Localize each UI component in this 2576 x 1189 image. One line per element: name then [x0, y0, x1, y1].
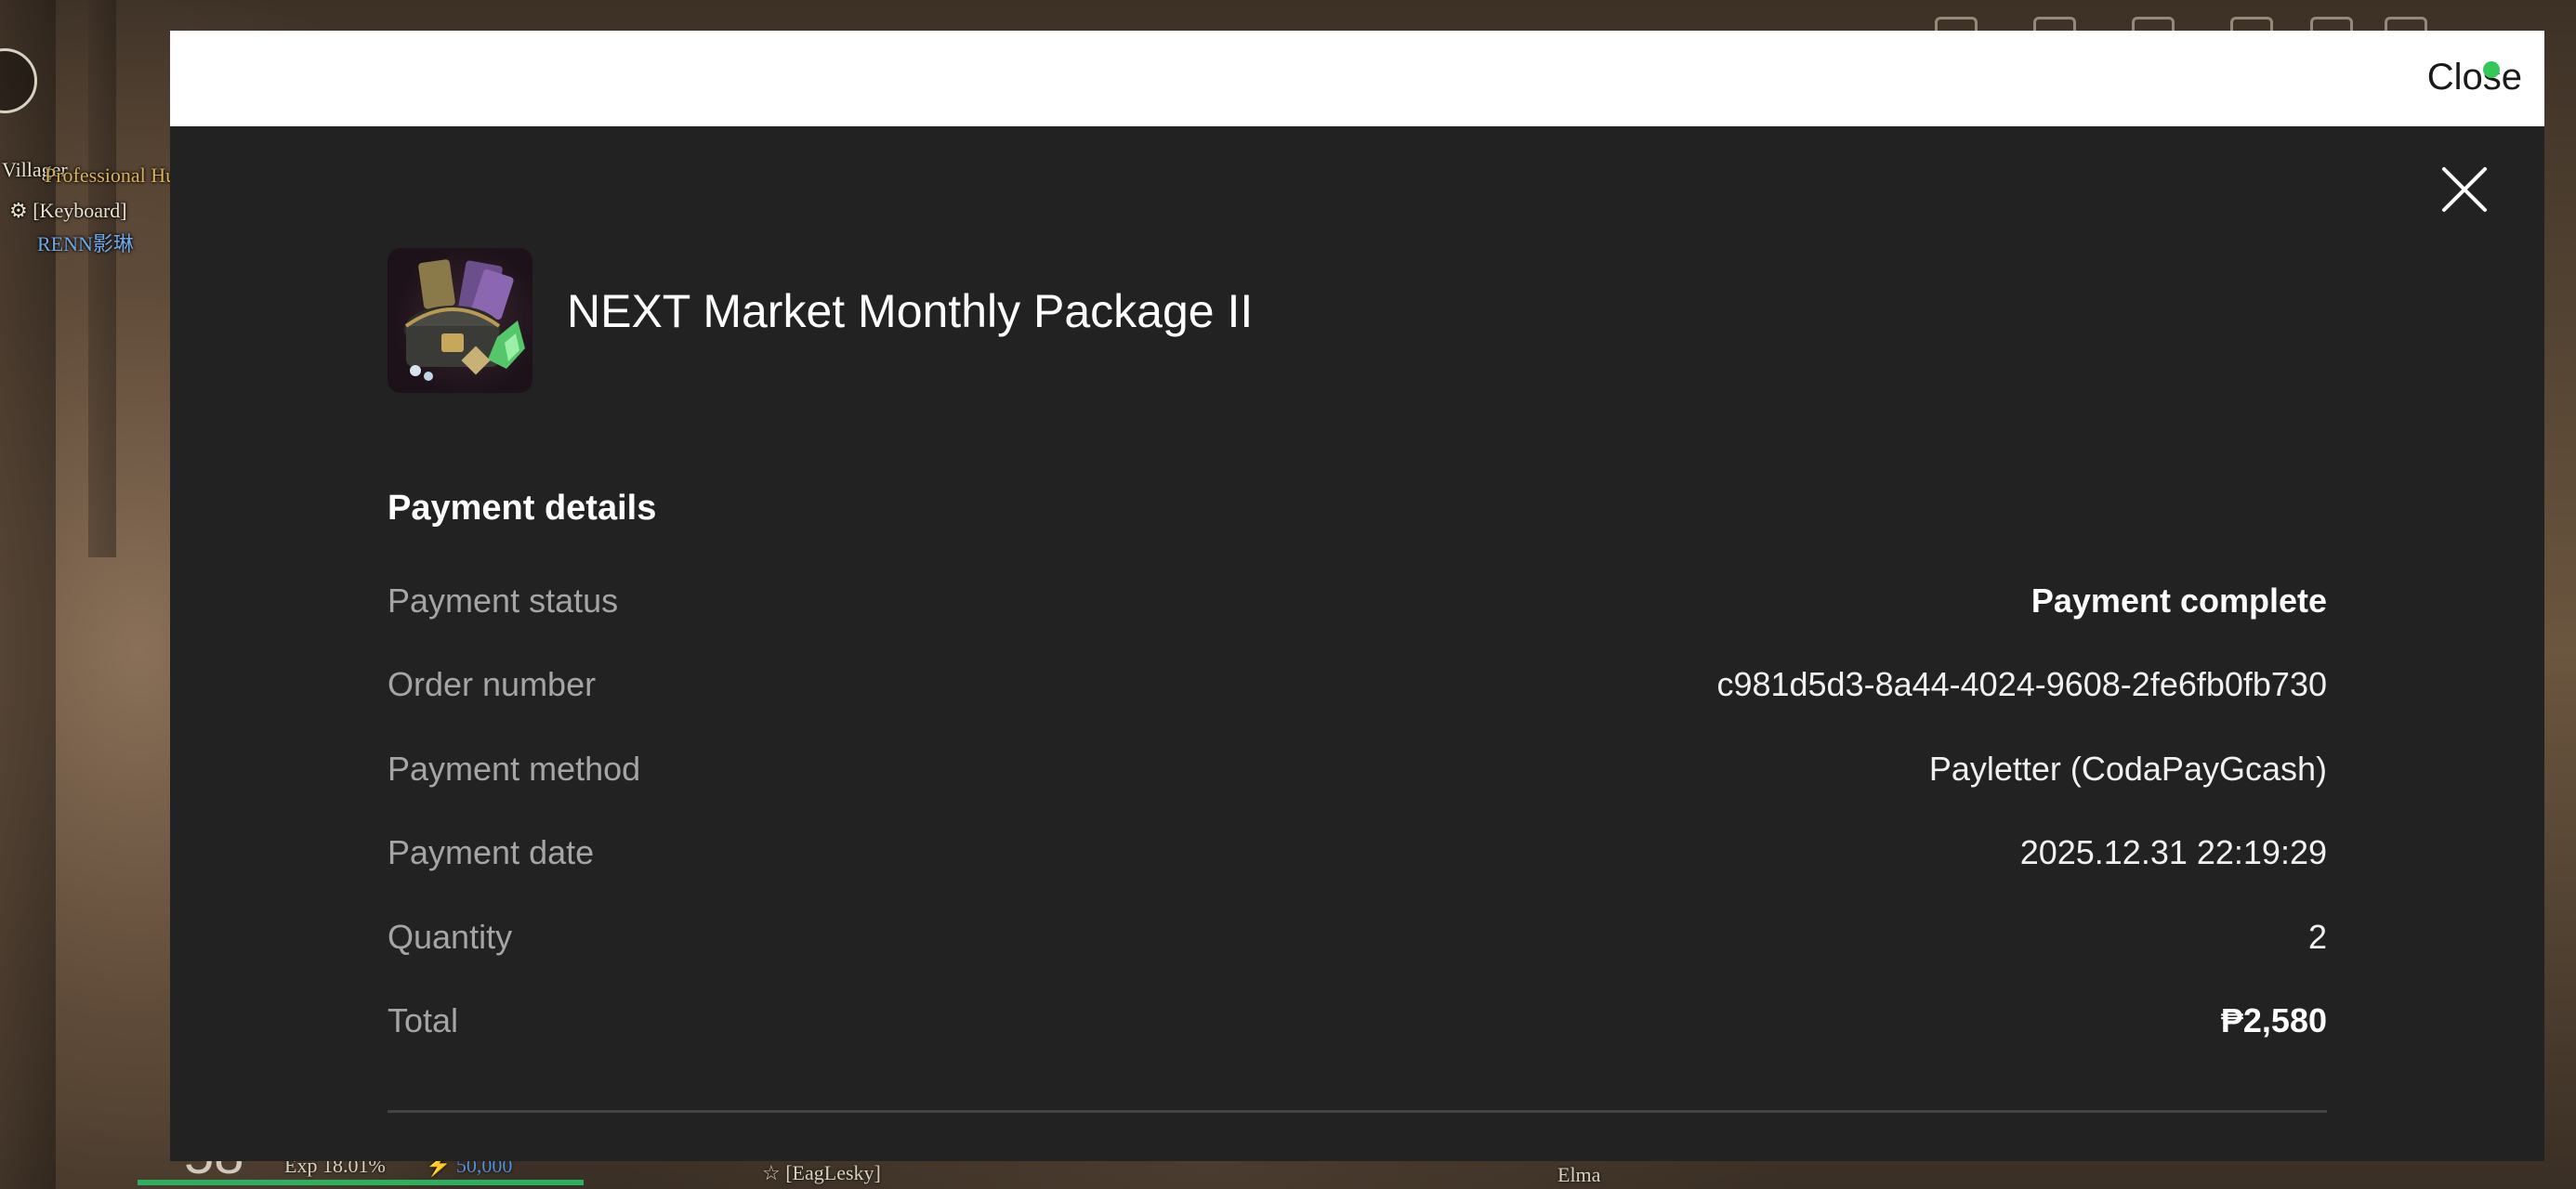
payment-status-value: Payment complete [2031, 581, 2327, 620]
divider [388, 1110, 2327, 1113]
detail-row-payment-date: Payment date 2025.12.31 22:19:29 [388, 833, 2327, 889]
close-x-icon[interactable] [2435, 160, 2494, 219]
total-value: ₱2,580 [2220, 1001, 2327, 1039]
detail-row-total: Total ₱2,580 [388, 1001, 2327, 1057]
player-tag-keyboard: ⚙ [Keyboard] [9, 199, 127, 222]
detail-row-payment-method: Payment method Payletter (CodaPayGcash) [388, 750, 2327, 805]
quantity-value: 2 [2307, 918, 2327, 956]
game-pillar [88, 0, 116, 557]
detail-row-payment-status: Payment status Payment complete [388, 581, 2327, 637]
guild-player-name: [EagLesky] [785, 1161, 881, 1184]
status-dot [2483, 61, 2500, 78]
detail-row-quantity: Quantity 2 [388, 918, 2327, 973]
section-title-payment-details: Payment details [388, 489, 657, 528]
detail-label: Payment status [388, 581, 619, 620]
payment-method-value: Payletter (CodaPayGcash) [1928, 750, 2327, 788]
player-name: RENN影琳 [37, 232, 134, 255]
guild-player-label: ☆ [EagLesky] [762, 1161, 881, 1184]
package-chest-icon [388, 248, 532, 393]
detail-label: Total [388, 1001, 459, 1039]
npc-label-hunter: Professional Hunter [45, 163, 170, 187]
keyboard-label: [Keyboard] [33, 199, 127, 222]
detail-label: Order number [388, 665, 597, 703]
exp-bar [138, 1180, 584, 1185]
top-close-button[interactable]: Close [2427, 57, 2522, 98]
product-title: NEXT Market Monthly Package II [567, 285, 1254, 337]
order-number-value: c981d5d3-8a44-4024-9608-2fe6fb0fb730 [1716, 665, 2327, 703]
payment-date-value: 2025.12.31 22:19:29 [2019, 833, 2327, 871]
detail-label: Payment method [388, 750, 641, 788]
detail-label: Quantity [388, 918, 513, 956]
top-bar: Close [170, 31, 2544, 126]
npc-name-label: Elma [1557, 1163, 1601, 1186]
detail-row-order-number: Order number c981d5d3-8a44-4024-9608-2fe… [388, 665, 2327, 721]
detail-label: Payment date [388, 833, 595, 871]
